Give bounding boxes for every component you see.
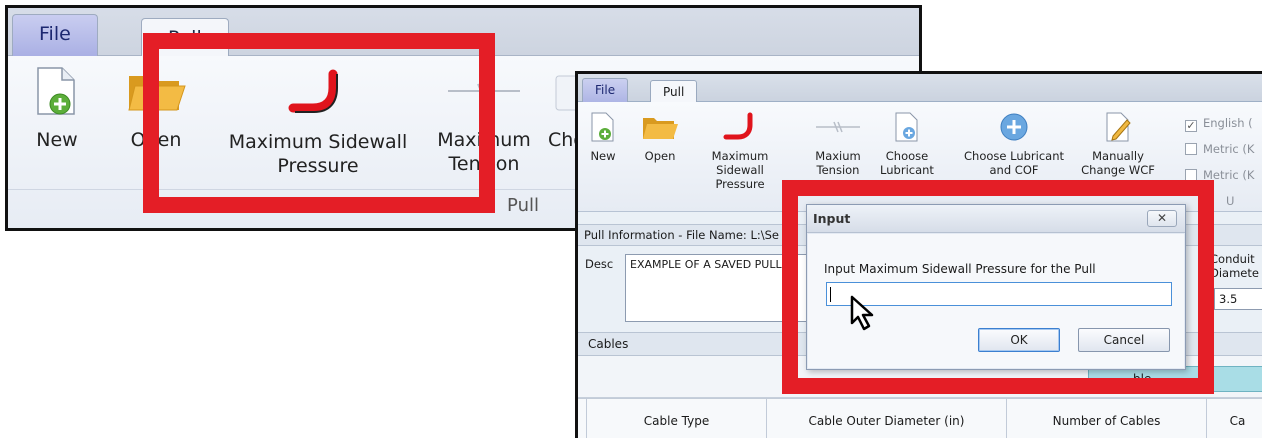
ribbon-group-label: Pull [507,195,539,216]
app-ribbon: New Open Maximum Sidewall Pressure Maxiu… [578,102,1262,212]
new-button-label: New [36,129,78,151]
pencil-icon [1106,112,1131,142]
column-header-cable-type[interactable]: Cable Type [586,398,766,438]
units-group-label: U [1226,194,1235,208]
new-document-icon [591,112,614,142]
app-tab-strip: File Pull [578,74,1262,104]
new-button[interactable]: New [22,66,92,152]
maximum-tension-label: Maximum Tension [437,129,531,175]
description-label: Desc [585,257,614,271]
app-choose-lubricant-cof-button[interactable]: Choose Lubricant and COF [956,112,1072,177]
app-maximum-tension-button[interactable]: Maxium Tension [810,112,866,177]
app-tab-file[interactable]: File [582,78,629,102]
app-manually-change-wcf-label: Manually Change WCF [1081,149,1155,177]
app-tab-pull[interactable]: Pull [650,80,698,104]
description-textarea[interactable]: EXAMPLE OF A SAVED PULL [625,254,835,322]
maximum-tension-button[interactable]: Maximum Tension [434,66,534,176]
mouse-pointer-icon [850,295,874,331]
app-maximum-tension-label: Maxium Tension [815,149,861,177]
close-icon[interactable]: ✕ [1147,210,1177,227]
column-header-number-of-cables[interactable]: Number of Cables [1006,398,1206,438]
tab-pull[interactable]: Pull [141,18,229,58]
tab-file[interactable]: File [12,14,98,56]
checkbox-empty-icon [1185,169,1197,181]
app-maximum-sidewall-pressure-label: Maximum Sidewall Pressure [711,149,769,191]
ok-button[interactable]: OK [978,328,1060,352]
pipe-bend-icon [723,112,753,140]
checkbox-empty-icon [1185,143,1197,155]
open-button-label: Open [130,129,182,151]
maximum-sidewall-pressure-label: Maximum Sidewall Pressure [228,131,408,177]
app-new-label: New [590,149,616,163]
app-open-label: Open [644,149,676,163]
conduit-diameter-label: Conduit Diamete [1210,252,1259,280]
app-open-button[interactable]: Open [638,112,682,163]
folder-icon [128,76,186,111]
input-dialog: Input ✕ Input Maximum Sidewall Pressure … [806,204,1186,370]
column-header-partial[interactable]: Ca [1206,398,1262,438]
units-english-checkbox[interactable]: ✓ English ( [1185,116,1253,132]
checkmark-icon: ✓ [1185,119,1197,132]
maximum-sidewall-pressure-button[interactable]: Maximum Sidewall Pressure [213,66,423,178]
tension-icon [448,83,520,99]
app-manually-change-wcf-button[interactable]: Manually Change WCF [1078,112,1158,177]
app-choose-lubricant-cof-label: Choose Lubricant and COF [964,149,1064,177]
dialog-prompt: Input Maximum Sidewall Pressure for the … [824,262,1096,276]
units-metric-label-2: Metric (K [1203,168,1255,182]
text-caret [830,287,831,302]
cancel-button[interactable]: Cancel [1078,328,1170,352]
units-english-label: English ( [1203,116,1253,130]
add-icon [1000,113,1028,141]
app-choose-lubricant-button[interactable]: Choose Lubricant [874,112,940,177]
conduit-diameter-input[interactable]: 3.5 [1214,288,1262,310]
folder-icon [643,118,678,139]
dialog-title: Input [807,205,1185,233]
column-header-cable-outer-diameter[interactable]: Cable Outer Diameter (in) [766,398,1006,438]
units-metric-checkbox-1[interactable]: Metric (K [1185,142,1254,156]
ribbon-tab-strip: File Pull [8,8,919,58]
tension-icon [816,121,860,133]
pipe-bend-icon [288,69,338,113]
app-new-button[interactable]: New [586,112,620,163]
units-metric-checkbox-2[interactable]: Metric (K [1185,168,1254,182]
open-button[interactable]: Open [116,66,196,152]
lubricant-icon [895,112,918,142]
units-metric-label-1: Metric (K [1203,142,1255,156]
app-choose-lubricant-label: Choose Lubricant [880,149,934,177]
app-maximum-sidewall-pressure-button[interactable]: Maximum Sidewall Pressure [694,112,786,191]
new-document-icon [37,67,75,115]
